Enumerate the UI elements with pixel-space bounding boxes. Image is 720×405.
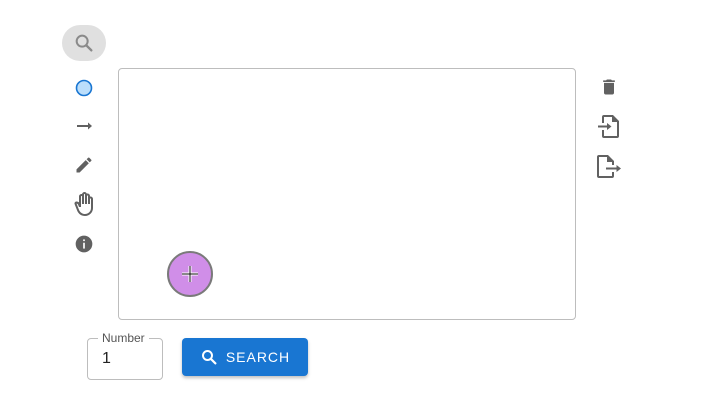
pencil-tool-button[interactable]	[62, 147, 106, 183]
export-button[interactable]	[591, 148, 627, 184]
search-icon	[75, 34, 93, 52]
search-button[interactable]: SEARCH	[182, 338, 308, 376]
file-import-icon	[598, 115, 619, 138]
info-tool-button[interactable]	[62, 226, 106, 262]
hand-tool-button[interactable]	[62, 186, 106, 222]
crosshair-icon	[182, 266, 198, 282]
arrow-tool-button[interactable]	[62, 108, 106, 144]
search-tool-button[interactable]	[62, 25, 106, 61]
delete-button[interactable]	[591, 69, 627, 105]
import-button[interactable]	[591, 108, 627, 144]
number-input[interactable]	[100, 348, 160, 370]
info-icon	[75, 235, 93, 253]
arrow-right-icon	[77, 122, 92, 130]
search-button-label: SEARCH	[225, 349, 291, 365]
trash-icon	[603, 79, 615, 95]
file-export-icon	[597, 155, 621, 178]
pencil-icon	[76, 157, 92, 173]
search-icon	[201, 350, 217, 365]
graph-node[interactable]	[167, 251, 213, 297]
circle-tool-button[interactable]	[62, 70, 106, 106]
number-label: Number	[98, 331, 149, 345]
hand-icon	[74, 192, 93, 216]
circle-icon	[75, 79, 93, 97]
